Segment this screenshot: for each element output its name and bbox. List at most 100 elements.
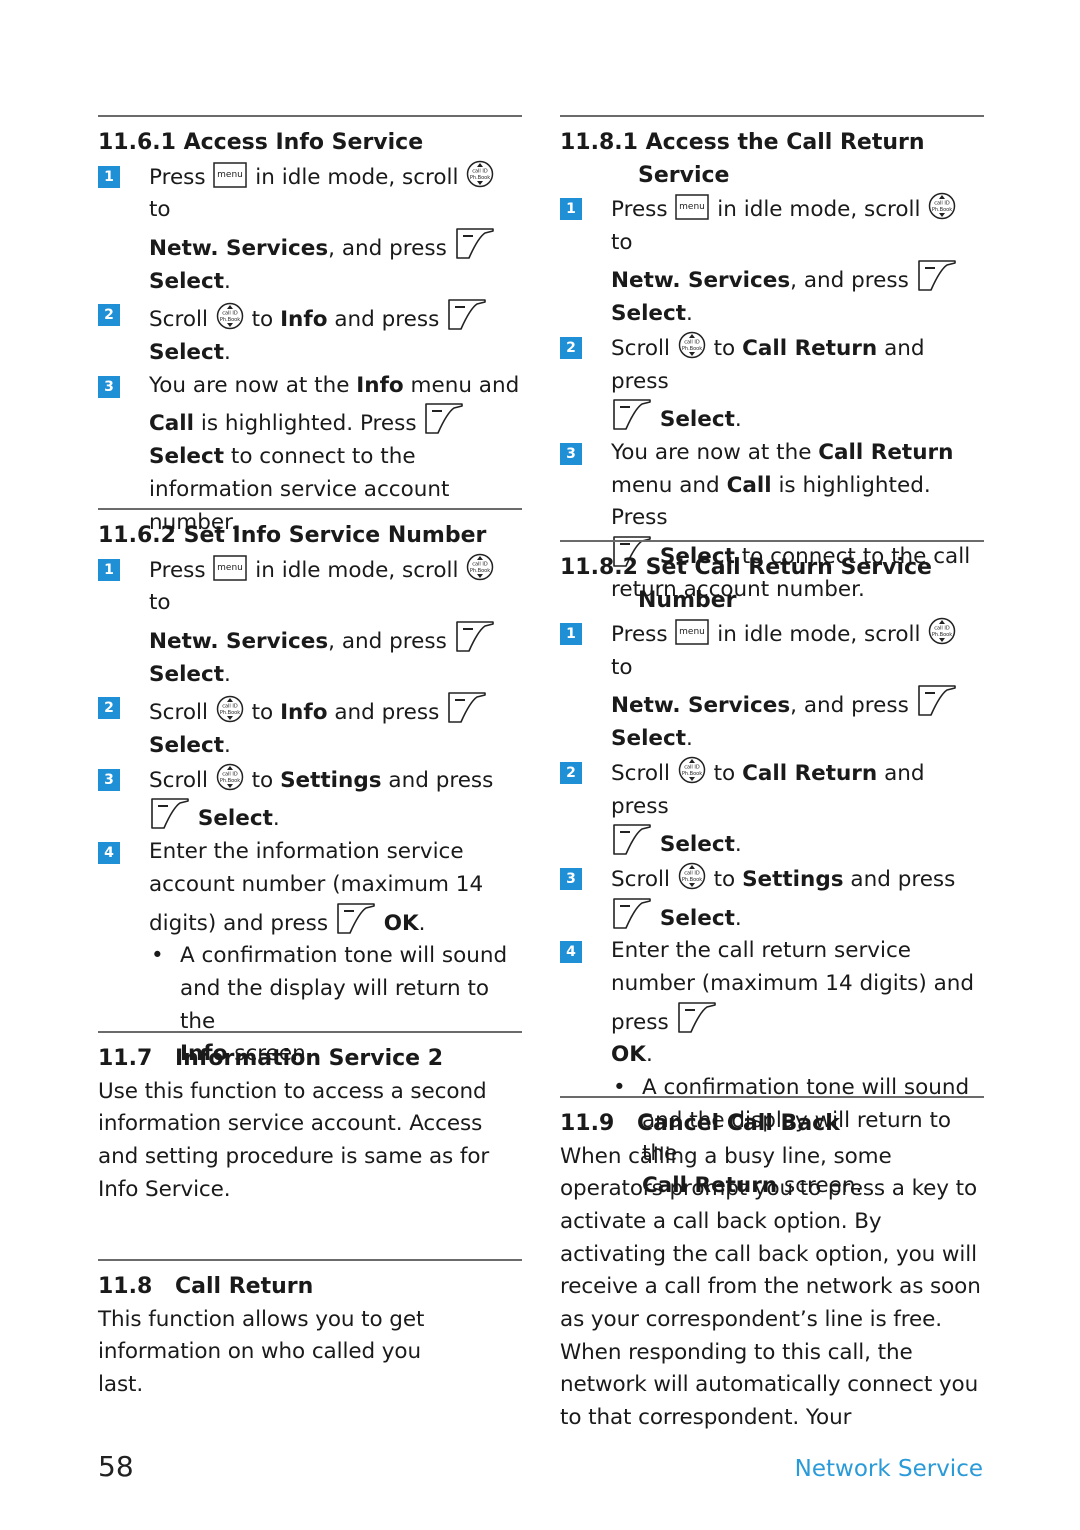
- menu-key-icon: menu: [675, 194, 710, 220]
- step-number-badge: 2: [560, 336, 582, 359]
- step-text: to: [149, 590, 171, 616]
- step-text: Scroll: [149, 767, 208, 793]
- svg-text:call ID: call ID: [684, 339, 700, 345]
- step-text: menu and: [410, 372, 520, 398]
- section-heading-continued: Service: [638, 162, 730, 188]
- step: 3 Scroll call ID Ph.Book to Settings and…: [560, 862, 984, 935]
- step-text: to: [149, 197, 171, 223]
- svg-text:Ph.Book: Ph.Book: [932, 207, 952, 213]
- softkey-label: Select: [149, 340, 225, 366]
- menu-option: Call Return: [818, 439, 954, 465]
- punctuation: .: [418, 910, 426, 936]
- step-text: Scroll: [149, 700, 208, 726]
- step-number-badge: 2: [98, 304, 120, 327]
- left-softkey-icon: [425, 403, 464, 435]
- section-heading: 11.7 Information Service 2: [98, 1043, 522, 1076]
- section-body: This function allows you to get informat…: [98, 1306, 425, 1397]
- step: 1 Press menu in idle mode, scroll call I…: [560, 192, 984, 331]
- punctuation: .: [686, 726, 693, 752]
- punctuation: .: [734, 407, 742, 433]
- svg-text:Ph.Book: Ph.Book: [932, 632, 952, 638]
- step-text: Scroll: [149, 307, 208, 333]
- menu-option: Info: [280, 307, 328, 333]
- step-text: Press: [149, 557, 206, 583]
- step-number-badge: 4: [98, 842, 120, 865]
- menu-option: Settings: [280, 767, 382, 793]
- step-text: menu and: [611, 472, 720, 498]
- step-number-badge: 1: [560, 198, 582, 220]
- menu-option: Netw. Services: [149, 235, 329, 261]
- svg-text:Ph.Book: Ph.Book: [682, 771, 702, 777]
- section-title: Cancel Call Back: [637, 1111, 840, 1136]
- punctuation: .: [686, 301, 693, 327]
- svg-text:Ph.Book: Ph.Book: [220, 317, 240, 323]
- svg-text:call ID: call ID: [222, 311, 238, 317]
- step: 1 Press menu in idle mode, scroll call I…: [98, 553, 522, 692]
- softkey-label: OK: [611, 1042, 646, 1068]
- softkey-label: Select: [659, 407, 735, 433]
- section-divider: [98, 1259, 522, 1261]
- svg-text:call ID: call ID: [473, 561, 489, 567]
- section-heading: 11.6.1 Access Info Service: [98, 130, 424, 155]
- step-number-badge: 2: [560, 761, 582, 784]
- step-text: in idle mode, scroll: [717, 622, 921, 647]
- left-softkey-icon: [151, 798, 189, 830]
- step-text: to: [251, 700, 274, 726]
- svg-text:Ph.Book: Ph.Book: [682, 346, 702, 352]
- svg-text:Ph.Book: Ph.Book: [220, 778, 240, 784]
- menu-option: Call Return: [742, 335, 878, 361]
- menu-option: Info: [356, 372, 404, 398]
- svg-text:call ID: call ID: [473, 168, 489, 174]
- step-text: Scroll: [611, 335, 670, 361]
- step-text: to: [251, 307, 274, 333]
- menu-option: Netw. Services: [611, 268, 791, 294]
- step-text: to: [713, 866, 736, 892]
- punctuation: .: [734, 832, 742, 858]
- punctuation: .: [272, 806, 280, 832]
- step-text: Enter the information service account nu…: [149, 839, 484, 936]
- step-text: in idle mode, scroll: [255, 164, 459, 190]
- step-number-badge: 4: [560, 941, 582, 964]
- step: 1 Press menu in idle mode, scroll call I…: [98, 160, 522, 299]
- menu-option: Call: [726, 472, 772, 498]
- step-text: and press: [850, 866, 956, 892]
- section-number: 11.9: [560, 1111, 615, 1136]
- left-softkey-icon: [917, 685, 956, 717]
- navigation-key-icon: call ID Ph.Book: [678, 862, 706, 890]
- step-number-badge: 1: [98, 558, 120, 581]
- step: 2 Scroll call ID Ph.Book to Call Return …: [560, 756, 984, 862]
- left-softkey-icon: [613, 897, 651, 929]
- svg-text:call ID: call ID: [684, 764, 700, 770]
- menu-option: Settings: [742, 866, 844, 892]
- svg-text:call ID: call ID: [222, 704, 238, 710]
- section-title: Call Return: [175, 1274, 314, 1299]
- step-number-badge: 3: [560, 442, 582, 465]
- menu-key-icon: menu: [675, 619, 710, 645]
- punctuation: .: [224, 661, 231, 687]
- svg-text:Ph.Book: Ph.Book: [470, 568, 490, 574]
- step: 3 Scroll call ID Ph.Book to Settings and…: [98, 763, 522, 836]
- section-number: 11.8: [98, 1274, 153, 1299]
- softkey-label: Select: [611, 301, 687, 327]
- punctuation: .: [224, 268, 231, 294]
- softkey-label: Select: [149, 661, 225, 687]
- svg-text:call ID: call ID: [222, 771, 238, 777]
- left-softkey-icon: [613, 824, 651, 856]
- section-divider: [98, 1031, 522, 1033]
- softkey-label: Select: [197, 806, 273, 832]
- left-softkey-icon: [613, 399, 651, 431]
- navigation-key-icon: call ID Ph.Book: [467, 160, 494, 187]
- bullet-icon: •: [151, 943, 164, 969]
- section-title: Information Service 2: [175, 1046, 444, 1071]
- chapter-title: Network Service: [794, 1456, 983, 1482]
- section-11-9: 11.9 Cancel Call Back When calling a busy…: [560, 1096, 984, 1435]
- svg-text:Ph.Book: Ph.Book: [682, 877, 702, 883]
- section-heading: 11.9 Cancel Call Back: [560, 1108, 984, 1141]
- navigation-key-icon: call ID Ph.Book: [216, 696, 244, 723]
- section-divider: [98, 115, 522, 117]
- section-divider: [560, 540, 984, 542]
- section-11-8-1: 11.8.1 Access the Call Return Service 1 …: [560, 115, 984, 606]
- step-number-badge: 3: [98, 768, 120, 791]
- punctuation: .: [224, 733, 231, 759]
- softkey-label: Select: [659, 832, 735, 858]
